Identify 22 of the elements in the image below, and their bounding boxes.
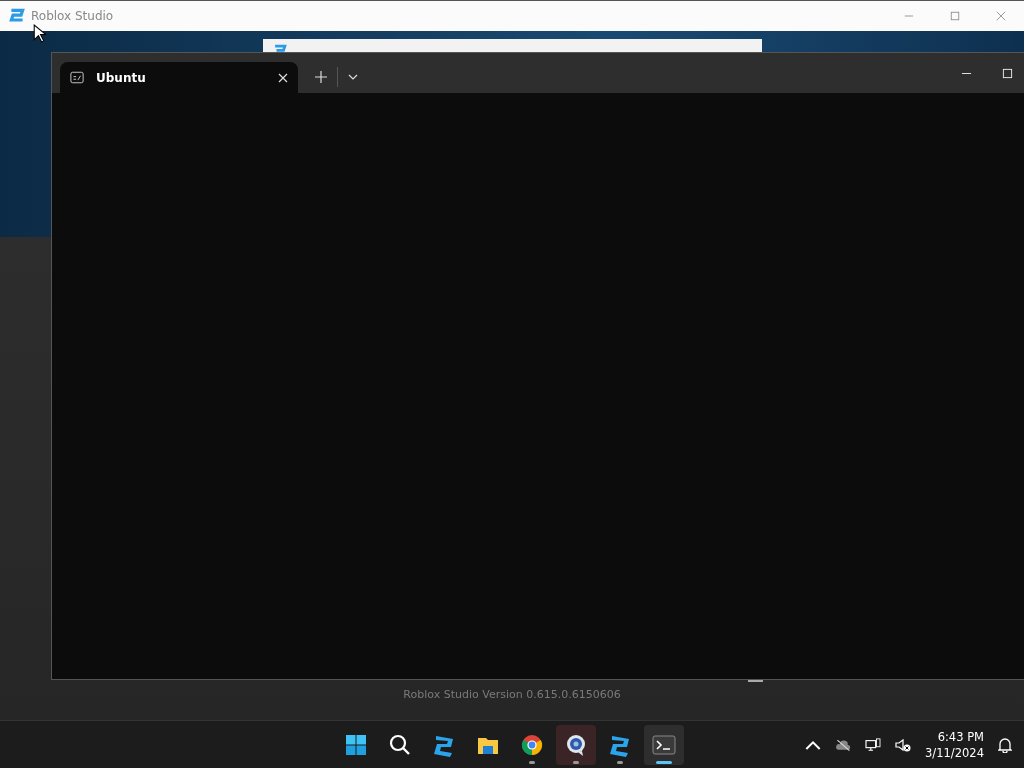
close-button[interactable]: [996, 11, 1006, 21]
cloud-off-icon[interactable]: [835, 737, 852, 752]
start-icon: [344, 732, 368, 757]
dropdown-button[interactable]: [348, 74, 358, 80]
bell-icon[interactable]: [998, 736, 1012, 753]
taskbar-button[interactable]: [556, 724, 596, 765]
camera-icon: [564, 732, 588, 757]
network-icon[interactable]: [865, 737, 882, 752]
taskbar-button[interactable]: [644, 724, 684, 765]
search-icon: [388, 732, 412, 757]
console-icon: [70, 71, 84, 84]
terminal-icon: [652, 732, 676, 757]
close-icon[interactable]: [278, 72, 288, 83]
new-tab-button[interactable]: [315, 71, 327, 83]
speaker-muted-icon[interactable]: [895, 737, 912, 752]
terminal-tab[interactable]: Ubuntu: [60, 62, 298, 93]
version-text: Roblox Studio Version 0.615.0.6150606: [402, 688, 622, 701]
clock-date[interactable]: 3/11/2024: [925, 744, 984, 761]
clock-time[interactable]: 6:43 PM: [937, 728, 984, 745]
window-title: Roblox Studio: [31, 9, 114, 23]
roblox-icon: [9, 8, 25, 24]
chrome-icon: [520, 732, 544, 757]
